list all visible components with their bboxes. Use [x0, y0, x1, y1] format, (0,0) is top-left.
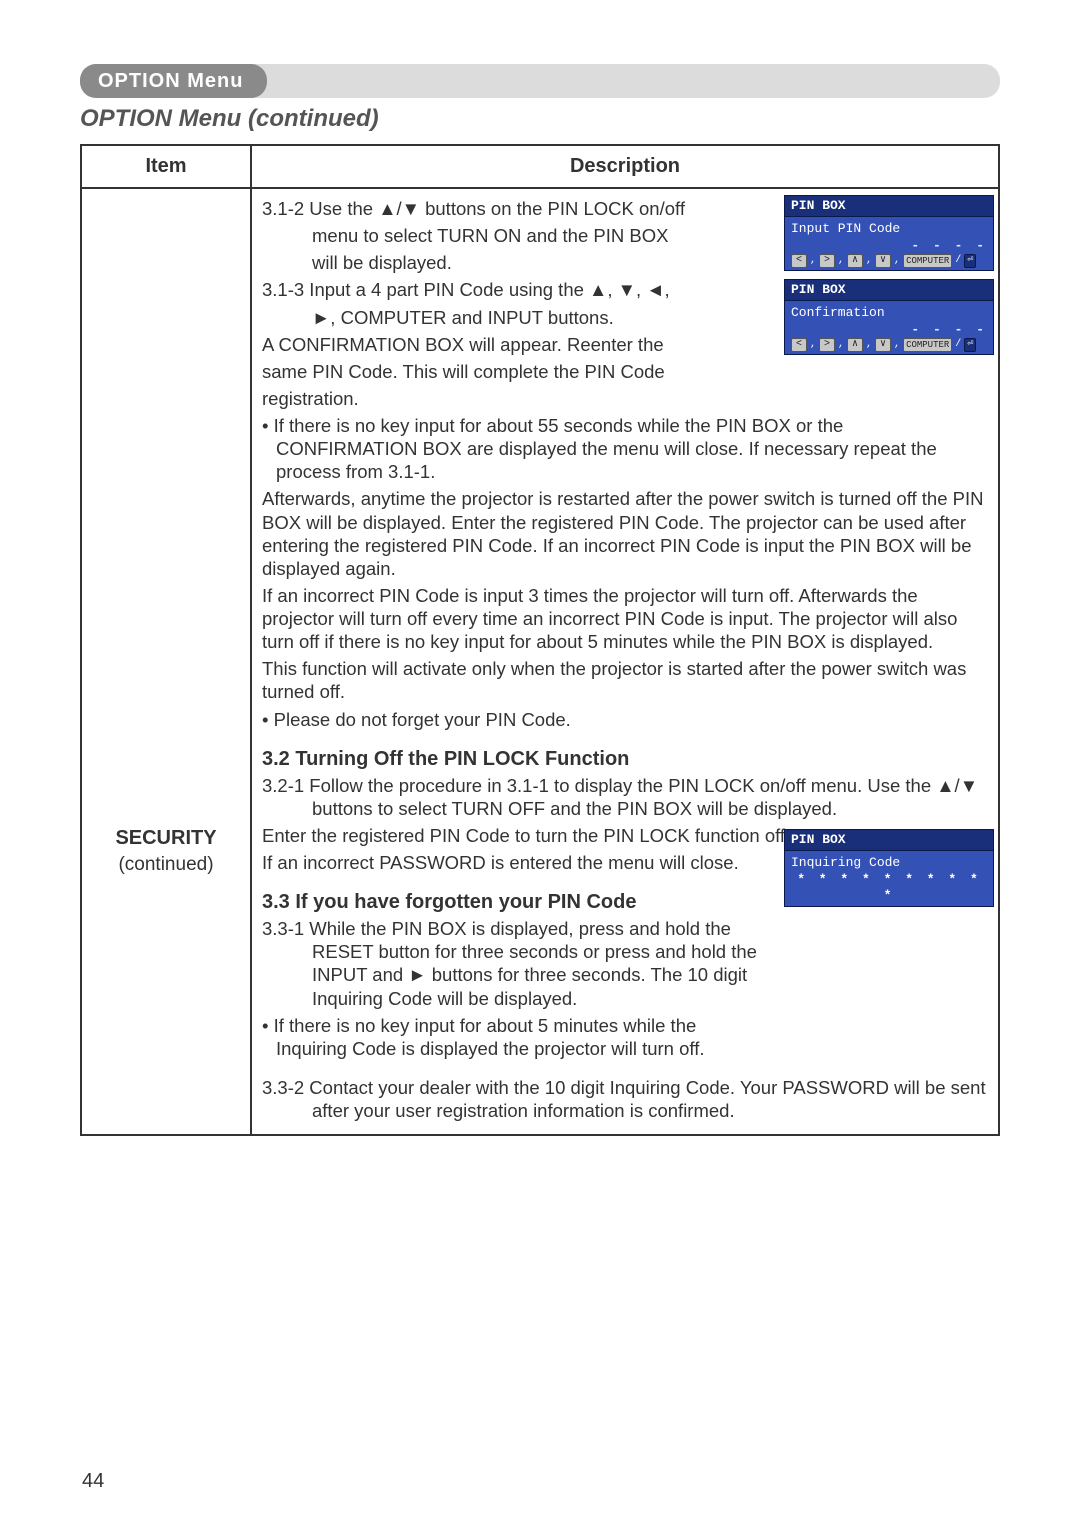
text-bullet2: • Please do not forget your PIN Code. — [262, 708, 988, 731]
button-enter-icon: ⏎ — [964, 254, 976, 268]
text-after2: If an incorrect PIN Code is input 3 time… — [262, 584, 988, 653]
text-after1: Afterwards, anytime the projector is res… — [262, 487, 988, 580]
page-number: 44 — [82, 1469, 104, 1494]
button-enter-icon: ⏎ — [964, 338, 976, 352]
menu-tab-label: OPTION Menu — [98, 69, 243, 94]
item-title: SECURITY — [92, 826, 240, 851]
text-confirmA: A CONFIRMATION BOX will appear. Reenter … — [262, 333, 768, 356]
th-desc: Description — [251, 145, 999, 188]
text-bullet3: • If there is no key input for about 5 m… — [262, 1014, 768, 1060]
button-left-icon: < — [791, 254, 807, 268]
pin-box-header: PIN BOX — [784, 195, 994, 217]
button-down-icon: ∨ — [875, 254, 891, 268]
pin-box-confirm-buttons: <, >, ∧, ∨, COMPUTER/ ⏎ — [791, 338, 987, 352]
button-computer: COMPUTER — [903, 254, 952, 268]
button-right-icon: > — [819, 338, 835, 352]
menu-tab-row: OPTION Menu — [80, 64, 1000, 98]
pin-box-input-label: Input PIN Code — [791, 221, 987, 237]
button-up-icon: ∧ — [847, 254, 863, 268]
button-down-icon: ∨ — [875, 338, 891, 352]
pin-box-input-buttons: <, >, ∧, ∨, COMPUTER/ ⏎ — [791, 254, 987, 268]
pin-box-confirm: PIN BOX Confirmation - - - - <, >, ∧, ∨,… — [784, 279, 994, 355]
text-confirmC: registration. — [262, 387, 768, 410]
text-331: 3.3-1 While the PIN BOX is displayed, pr… — [262, 917, 768, 1010]
text-313a: 3.1-3 Input a 4 part PIN Code using the … — [262, 278, 768, 301]
manual-table: Item Description SECURITY (continued) PI… — [80, 144, 1000, 1136]
text-312a: 3.1-2 Use the ▲/▼ buttons on the PIN LOC… — [262, 197, 768, 220]
menu-tab: OPTION Menu — [80, 64, 267, 98]
pin-box-inquiring-label: Inquiring Code — [791, 855, 987, 871]
pin-box-confirm-label: Confirmation — [791, 305, 987, 321]
button-right-icon: > — [819, 254, 835, 268]
pin-box-confirm-dashes: - - - - — [791, 322, 987, 338]
spacer — [262, 1064, 988, 1072]
item-cell: SECURITY (continued) — [81, 188, 251, 1135]
text-confirmB: same PIN Code. This will complete the PI… — [262, 360, 768, 383]
th-item: Item — [81, 145, 251, 188]
button-up-icon: ∧ — [847, 338, 863, 352]
pin-box-input: PIN BOX Input PIN Code - - - - <, >, ∧, … — [784, 195, 994, 271]
pin-box-input-dashes: - - - - — [791, 238, 987, 254]
pin-box-inquiring-code: * * * * * * * * * * — [791, 872, 987, 905]
text-332: 3.3-2 Contact your dealer with the 10 di… — [262, 1076, 988, 1122]
pin-box-inquiring: PIN BOX Inquiring Code * * * * * * * * *… — [784, 829, 994, 907]
button-computer: COMPUTER — [903, 338, 952, 352]
text-312c: will be displayed. — [262, 251, 768, 274]
text-312b: menu to select TURN ON and the PIN BOX — [262, 224, 768, 247]
text-after3: This function will activate only when th… — [262, 657, 988, 703]
subheader-32: 3.2 Turning Off the PIN LOCK Function — [262, 747, 988, 772]
section-heading: OPTION Menu (continued) — [80, 104, 1000, 134]
item-sub: (continued) — [92, 853, 240, 877]
pin-box-inquiring-header: PIN BOX — [784, 829, 994, 851]
text-313b: ►, COMPUTER and INPUT buttons. — [262, 306, 768, 329]
pin-box-confirm-header: PIN BOX — [784, 279, 994, 301]
button-left-icon: < — [791, 338, 807, 352]
text-321: 3.2-1 Follow the procedure in 3.1-1 to d… — [262, 774, 988, 820]
description-cell: PIN BOX Input PIN Code - - - - <, >, ∧, … — [251, 188, 999, 1135]
text-bullet1: • If there is no key input for about 55 … — [262, 414, 988, 483]
